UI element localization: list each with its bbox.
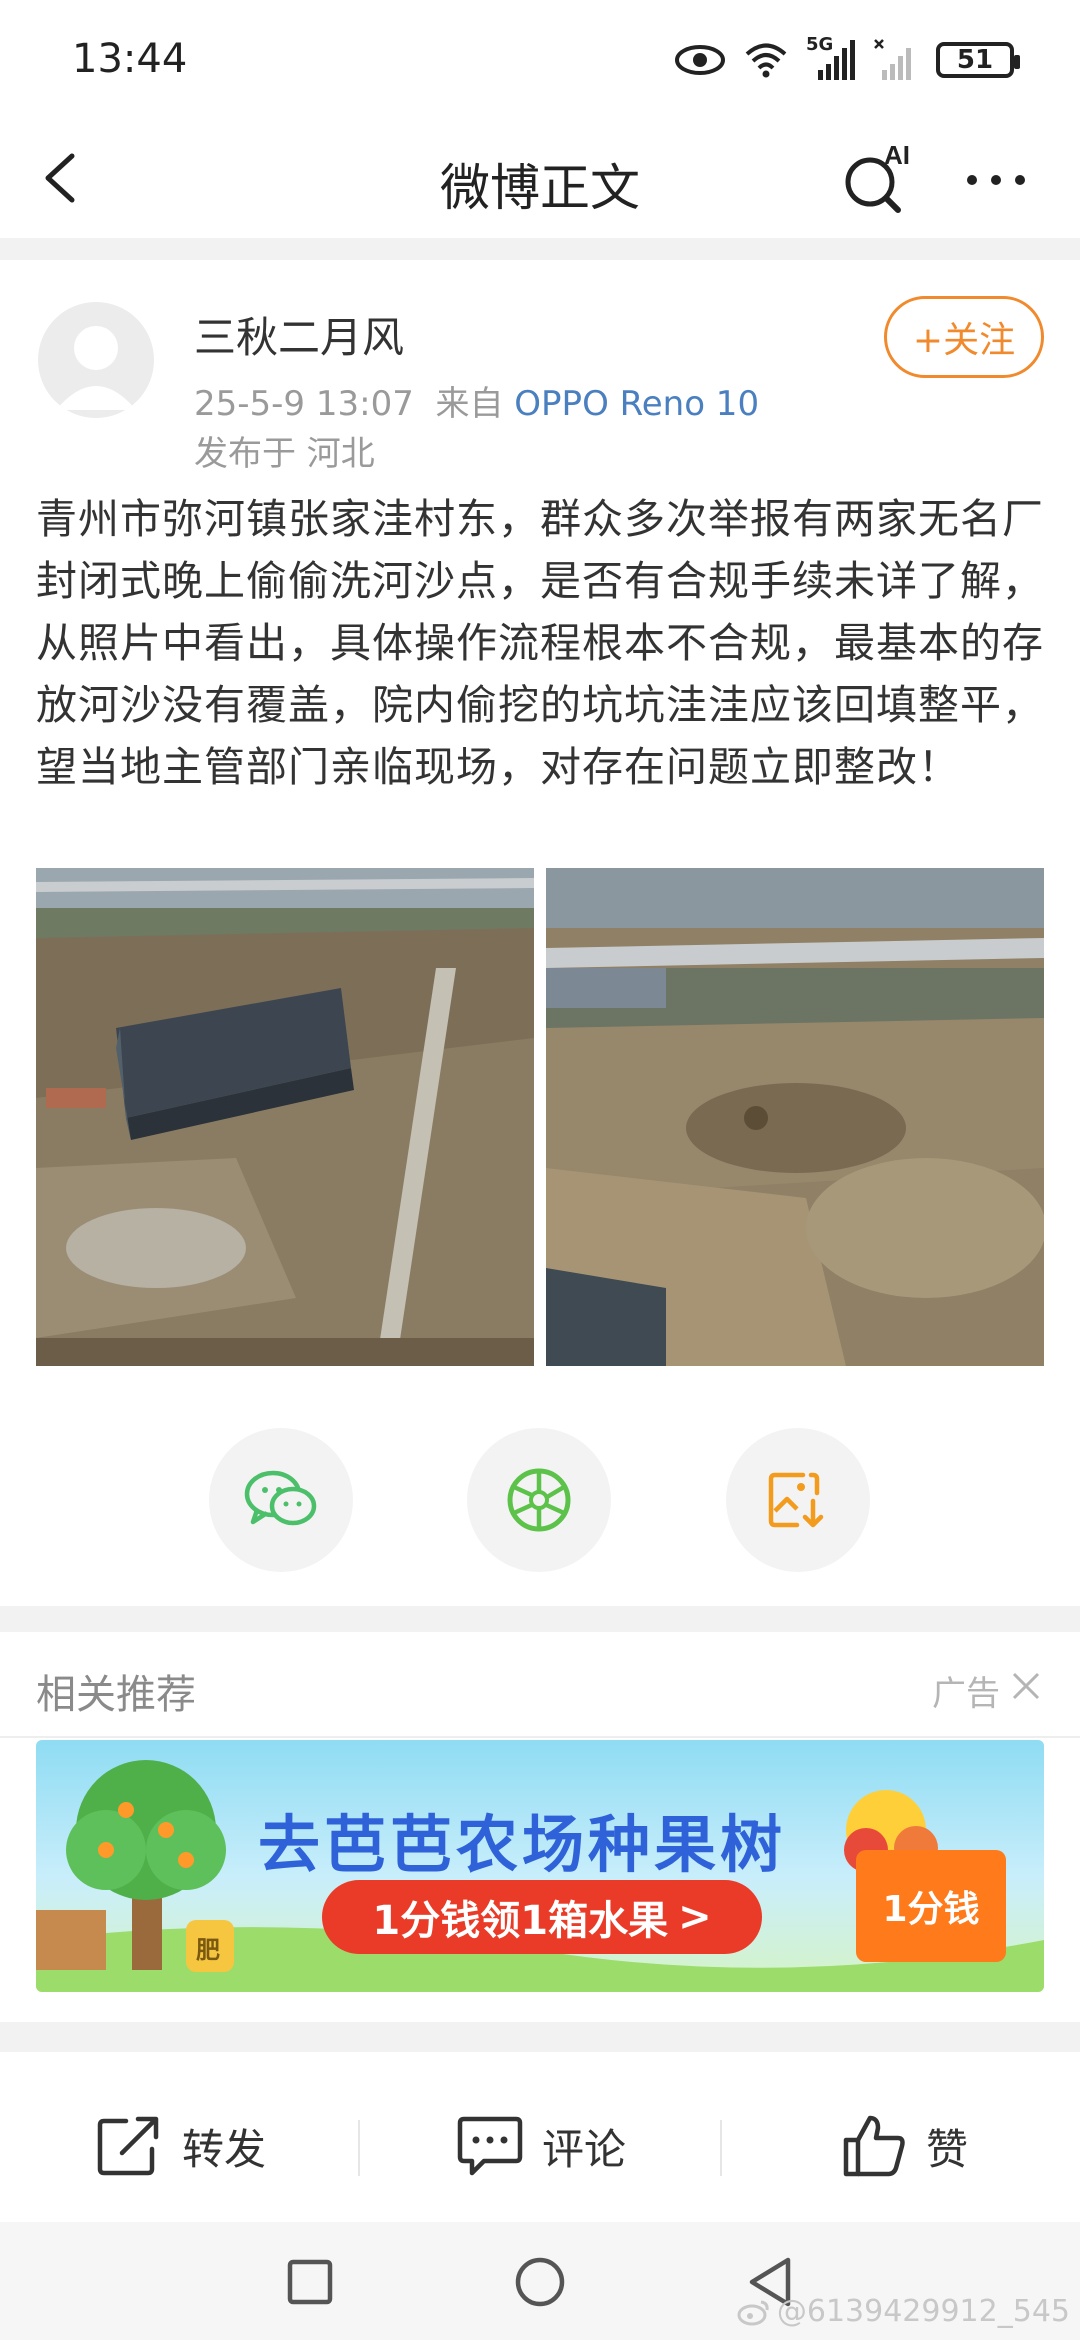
signal-5g-icon: 5G <box>806 34 856 82</box>
avatar[interactable] <box>38 302 154 418</box>
ad-cta-label: 1分钱领1箱水果 <box>372 1898 669 1944</box>
repost-button[interactable]: 转发 <box>96 2108 266 2184</box>
author-name[interactable]: 三秋二月风 <box>194 304 404 365</box>
post-meta: 25-5-9 13:07 来自 OPPO Reno 10 <box>194 376 759 425</box>
moments-icon <box>507 1468 571 1532</box>
recent-apps-button[interactable] <box>280 2252 340 2312</box>
ad-label: 广告 <box>932 1674 1000 1714</box>
chevron-right-icon: > <box>678 1894 712 1940</box>
status-time: 13:44 <box>72 36 188 82</box>
ad-price-tag: 1分钱 <box>856 1850 1006 1962</box>
follow-label: +关注 <box>912 320 1016 361</box>
repost-label: 转发 <box>182 2124 267 2174</box>
save-image-icon <box>768 1472 824 1528</box>
battery-level: 51 <box>956 45 994 75</box>
action-separator <box>720 2120 722 2176</box>
more-options-button[interactable] <box>960 156 1032 204</box>
section-divider <box>0 2022 1080 2052</box>
ai-search-button[interactable]: AI <box>840 140 920 216</box>
circle-icon <box>515 2257 565 2307</box>
source-label: 来自 <box>435 384 504 424</box>
post-photo[interactable] <box>36 868 534 1366</box>
related-recommendations-title: 相关推荐 <box>36 1672 196 1718</box>
weibo-logo-icon <box>737 2300 769 2325</box>
share-moments-button[interactable] <box>467 1428 611 1572</box>
top-nav-bar: 微博正文 AI <box>0 120 1080 236</box>
wifi-icon <box>744 41 788 79</box>
ad-headline: 去芭芭农场种果树 <box>258 1808 787 1881</box>
section-divider <box>0 238 1080 260</box>
section-divider <box>0 1606 1080 1632</box>
thumbs-up-icon <box>843 2115 905 2177</box>
signal-no-sim-icon <box>874 38 918 82</box>
post-date: 25-5-9 13:07 <box>194 384 414 424</box>
status-icons: 5G 51 <box>674 34 1020 84</box>
comment-icon <box>457 2116 523 2176</box>
bottom-action-bar: 转发 评论 赞 <box>0 2068 1080 2222</box>
ad-cta-button[interactable]: 1分钱领1箱水果 > <box>322 1880 762 1954</box>
default-avatar-icon <box>56 326 136 410</box>
wechat-icon <box>244 1470 317 1526</box>
network-label: 5G <box>806 34 834 55</box>
device-link[interactable]: OPPO Reno 10 <box>514 384 759 424</box>
post-text: 青州市弥河镇张家洼村东，群众多次举报有两家无名厂封闭式晚上偷偷洗河沙点，是否有合… <box>36 495 1044 791</box>
watermark-text: @6139429912_545 <box>776 2294 1070 2329</box>
repost-icon <box>97 2116 159 2176</box>
aerial-photo-sandpit <box>546 868 1044 1366</box>
follow-button[interactable]: +关注 <box>884 296 1044 378</box>
more-dots-icon <box>967 175 1025 185</box>
like-button[interactable]: 赞 <box>842 2108 968 2184</box>
ai-search-icon: AI <box>845 140 910 213</box>
action-separator <box>358 2120 360 2176</box>
save-image-button[interactable] <box>726 1428 870 1572</box>
divider-line <box>0 1736 1080 1738</box>
share-wechat-button[interactable] <box>209 1428 353 1572</box>
fertilizer-pot-label: 肥 <box>196 1936 220 1964</box>
battery-icon: 51 <box>936 42 1020 78</box>
like-label: 赞 <box>926 2124 969 2174</box>
comment-label: 评论 <box>542 2124 627 2174</box>
back-button[interactable] <box>34 148 94 208</box>
post-location: 发布于 河北 <box>194 434 375 474</box>
ad-close-button[interactable] <box>1008 1668 1044 1704</box>
close-icon <box>1012 1672 1040 1700</box>
post-photo[interactable] <box>546 868 1044 1366</box>
ai-label: AI <box>884 140 910 170</box>
square-icon <box>287 2259 333 2305</box>
ad-banner[interactable]: 去芭芭农场种果树 1分钱领1箱水果 > 1分钱 肥 <box>36 1740 1044 1992</box>
home-button[interactable] <box>510 2252 570 2312</box>
aerial-photo-warehouse <box>36 868 534 1366</box>
eye-icon <box>674 43 726 77</box>
weibo-watermark: @6139429912_545 <box>737 2294 1070 2329</box>
status-bar: 13:44 5G 51 <box>0 0 1080 120</box>
system-navigation-bar: @6139429912_545 <box>0 2222 1080 2340</box>
chevron-left-icon <box>45 153 75 203</box>
comment-button[interactable]: 评论 <box>456 2108 626 2184</box>
